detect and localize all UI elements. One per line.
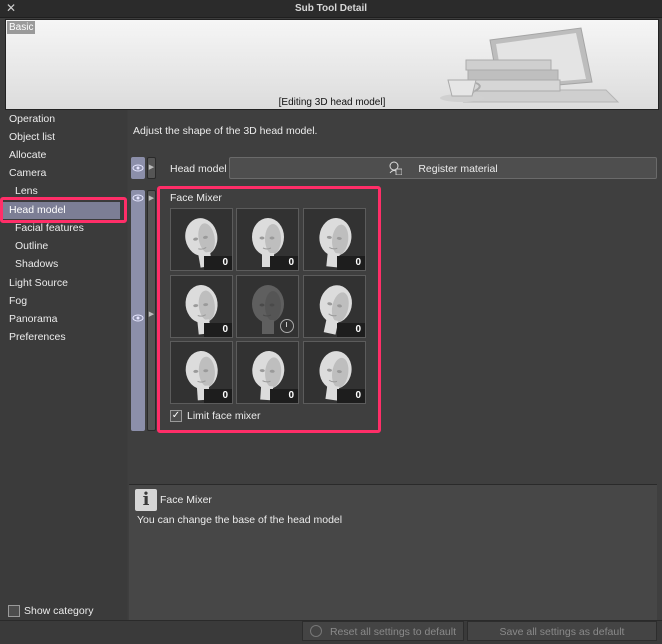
face-mixer-tile[interactable]: 0 [303,208,366,271]
face-mixer-tile[interactable]: 0 [236,341,299,404]
preview-panel: Basic [Editing 3D head model] [5,19,659,110]
face-mixer-expand-icon[interactable]: ▶ ▶ [147,190,156,431]
info-title: Face Mixer [160,494,212,506]
reset-settings-label: Reset all settings to default [329,626,457,638]
save-settings-button[interactable]: Save all settings as default [467,621,657,641]
head-model-label: Head model [170,163,227,175]
timer-icon [280,319,294,333]
face-mixer-eye-icon[interactable] [131,190,145,431]
preview-illustration [440,27,620,103]
sidebar-item-preferences[interactable]: Preferences [9,329,66,346]
title-bar: ✕ Sub Tool Detail [0,0,662,18]
limit-face-mixer-label: Limit face mixer [187,410,261,422]
face-mixer-value: 0 [270,389,298,403]
sidebar-item-camera[interactable]: Camera [9,165,46,182]
sidebar-item-operation[interactable]: Operation [9,111,55,128]
sidebar-item-head-model[interactable]: Head model [3,202,120,219]
face-mixer-tile[interactable]: 0 [236,208,299,271]
face-mixer-value: 0 [337,256,365,270]
info-text: You can change the base of the head mode… [137,514,343,526]
show-category-checkbox[interactable] [8,605,20,617]
sidebar-item-allocate[interactable]: Allocate [9,147,46,164]
register-material-button[interactable]: Register material [229,157,657,179]
face-mixer-tile[interactable]: 0 [170,275,233,338]
face-mixer-tile[interactable]: 0 [303,341,366,404]
face-mixer-value: 0 [204,256,232,270]
expand-arrow-icon[interactable]: ▶ [147,157,156,179]
face-mixer-value: 0 [337,389,365,403]
sidebar-item-shadows[interactable]: Shadows [15,256,58,273]
face-mixer-value: 0 [270,256,298,270]
limit-face-mixer-checkbox[interactable]: ✓ [170,410,182,422]
face-mixer-tile[interactable]: 0 [170,208,233,271]
face-mixer-tile[interactable]: 0 [303,275,366,338]
face-mixer-value: 0 [337,323,365,337]
panel-description: Adjust the shape of the 3D head model. [133,125,318,137]
show-category-label: Show category [24,605,94,617]
window-title: Sub Tool Detail [294,3,368,14]
sidebar-item-object-list[interactable]: Object list [9,129,55,146]
face-mixer-value: 0 [204,323,232,337]
face-mixer-title: Face Mixer [170,192,222,204]
reset-settings-button[interactable]: Reset all settings to default [302,621,464,641]
sidebar-item-facial-features[interactable]: Facial features [15,220,84,237]
sidebar-item-panorama[interactable]: Panorama [9,311,57,328]
register-material-label: Register material [418,163,498,175]
face-mixer-tile[interactable] [236,275,299,338]
face-mixer-value: 0 [204,389,232,403]
sidebar-item-outline[interactable]: Outline [15,238,48,255]
preview-caption: [Editing 3D head model] [278,97,386,108]
sidebar-item-fog[interactable]: Fog [9,293,27,310]
sidebar-item-lens[interactable]: Lens [15,183,38,200]
sidebar-item-light-source[interactable]: Light Source [9,275,68,292]
face-mixer-tile[interactable]: 0 [170,341,233,404]
info-icon: i [135,489,157,511]
reset-icon [309,625,322,637]
eye-icon[interactable] [131,157,145,179]
